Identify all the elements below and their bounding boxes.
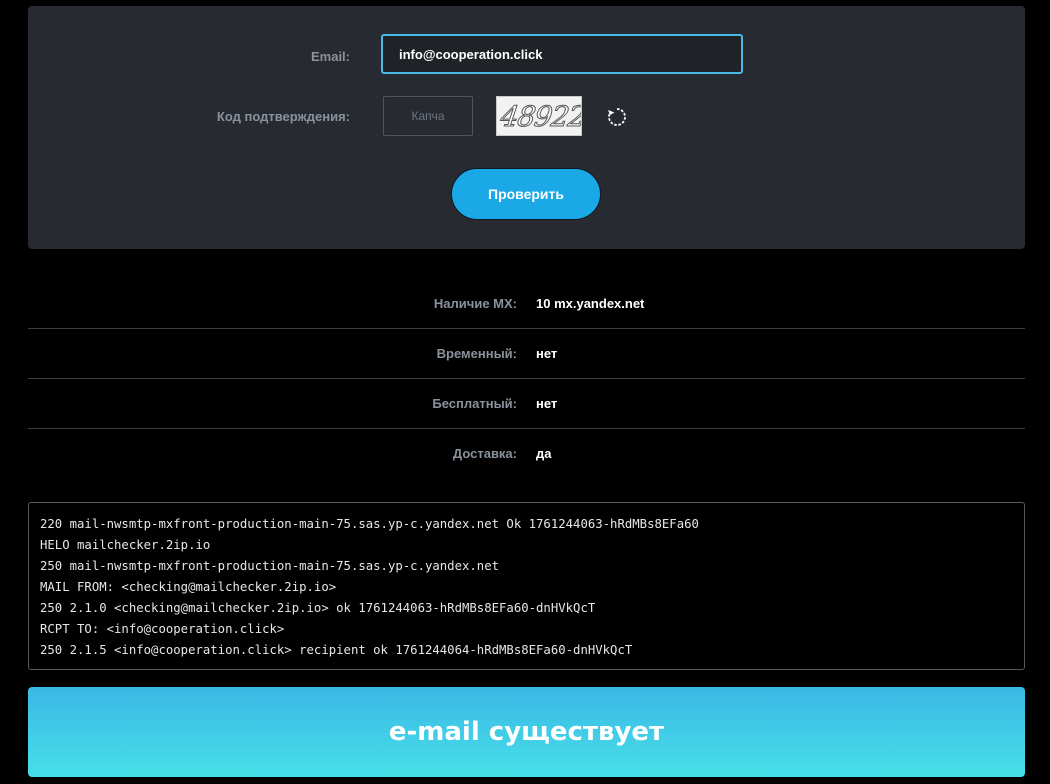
result-value: нет xyxy=(536,346,558,361)
log-line: 220 mail-nwsmtp-mxfront-production-main-… xyxy=(40,517,699,531)
result-row-delivery: Доставка: да xyxy=(28,429,1025,479)
log-line: MAIL FROM: <checking@mailchecker.2ip.io> xyxy=(40,580,337,594)
smtp-log: 220 mail-nwsmtp-mxfront-production-main-… xyxy=(28,502,1025,670)
captcha-image-text: 48922 xyxy=(498,100,582,134)
mail-checker-page: Email: Код подтверждения: 48922 Проверит… xyxy=(0,0,1050,784)
email-label: Email: xyxy=(310,49,350,64)
log-line: RCPT TO: <info@cooperation.click> xyxy=(40,622,285,636)
result-label: Наличие MX: xyxy=(433,296,517,311)
captcha-input[interactable] xyxy=(383,96,473,136)
results-table: Наличие MX: 10 mx.yandex.net Временный: … xyxy=(28,279,1025,479)
result-row-mx: Наличие MX: 10 mx.yandex.net xyxy=(28,279,1025,329)
result-banner: e-mail существует xyxy=(28,687,1025,777)
result-label: Бесплатный: xyxy=(432,396,517,411)
result-row-free: Бесплатный: нет xyxy=(28,379,1025,429)
captcha-image: 48922 xyxy=(496,96,582,136)
check-form-panel: Email: Код подтверждения: 48922 Проверит… xyxy=(28,6,1025,249)
refresh-icon[interactable] xyxy=(606,106,628,128)
log-line: 250 2.1.5 <info@cooperation.click> recip… xyxy=(40,643,633,657)
email-input[interactable] xyxy=(381,34,743,74)
check-button[interactable]: Проверить xyxy=(451,168,601,220)
result-value: да xyxy=(536,446,552,461)
log-line: 250 mail-nwsmtp-mxfront-production-main-… xyxy=(40,559,500,573)
log-line: 250 2.1.0 <checking@mailchecker.2ip.io> … xyxy=(40,601,596,615)
result-row-temporary: Временный: нет xyxy=(28,329,1025,379)
result-label: Доставка: xyxy=(452,446,517,461)
result-banner-text: e-mail существует xyxy=(388,717,665,747)
result-value: нет xyxy=(536,396,558,411)
result-value: 10 mx.yandex.net xyxy=(536,296,645,311)
result-label: Временный: xyxy=(436,346,517,361)
captcha-label: Код подтверждения: xyxy=(216,109,350,124)
log-line: HELO mailchecker.2ip.io xyxy=(40,538,211,552)
